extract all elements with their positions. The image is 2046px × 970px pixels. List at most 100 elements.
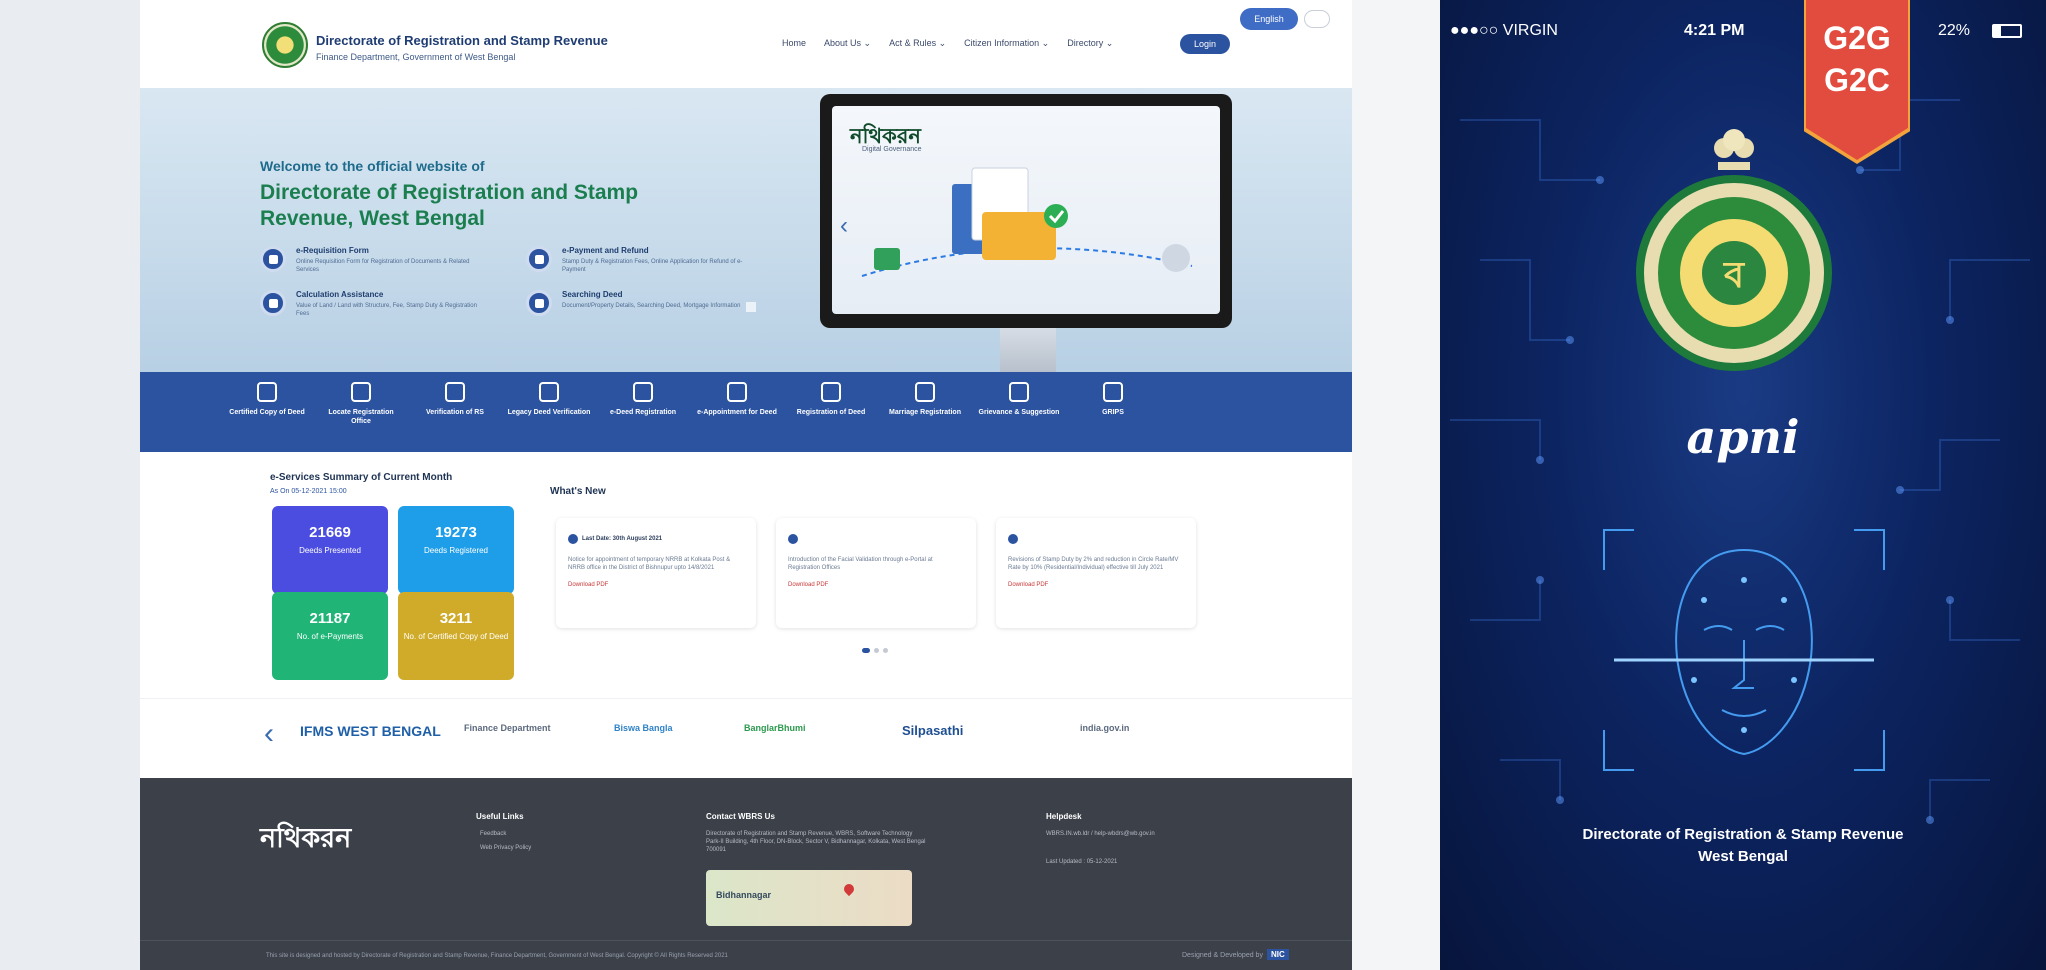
download-pdf-link[interactable]: Download PDF: [1008, 582, 1184, 588]
site-footer: নথিকরন Useful Links Feedback Web Privacy…: [140, 778, 1352, 970]
news-card[interactable]: Introduction of the Facial Validation th…: [776, 518, 976, 628]
download-pdf-link[interactable]: Download PDF: [568, 582, 744, 588]
service-label: Legacy Deed Verification: [507, 409, 591, 416]
slide-indicator[interactable]: [746, 302, 756, 312]
partner-silpasathi[interactable]: Silpasathi: [902, 723, 963, 738]
middle-margin-band: [1352, 0, 1440, 970]
map-pin-icon: [841, 881, 857, 897]
tile-label: Deeds Presented: [299, 546, 361, 555]
service-locate-office[interactable]: Locate Registration Office: [318, 382, 404, 426]
flag-icon: [445, 382, 465, 402]
globe-icon: [1103, 382, 1123, 402]
hero-welcome: Welcome to the official website of: [260, 158, 485, 174]
tile-value: 21669: [309, 524, 351, 541]
partner-ifms[interactable]: IFMS WEST BENGAL: [300, 723, 441, 739]
footer-brand: নথিকরন: [260, 823, 352, 853]
service-certified-copy[interactable]: Certified Copy of Deed: [224, 382, 310, 417]
partner-banglarbhumi[interactable]: BanglarBhumi: [744, 723, 806, 733]
useful-links-title: Useful Links: [476, 812, 524, 821]
service-e-appointment[interactable]: e-Appointment for Deed: [694, 382, 780, 417]
service-e-deed[interactable]: e-Deed Registration: [600, 382, 686, 417]
footer-link-feedback[interactable]: Feedback: [480, 830, 506, 838]
state-emblem-logo[interactable]: [262, 22, 308, 68]
service-legacy-deed[interactable]: Legacy Deed Verification: [506, 382, 592, 417]
news-card-title: Last Date: 30th August 2021: [582, 535, 663, 542]
payment-icon: [526, 246, 552, 272]
main-nav: Home About Us ⌄ Act & Rules ⌄ Citizen In…: [782, 38, 1113, 49]
footer-link-privacy[interactable]: Web Privacy Policy: [480, 844, 540, 852]
download-pdf-link[interactable]: Download PDF: [788, 582, 964, 588]
location-map[interactable]: Bidhannagar: [706, 870, 912, 926]
service-label: e-Appointment for Deed: [697, 409, 777, 416]
tile-label: Deeds Registered: [423, 546, 489, 555]
hero-item-title: e-Payment and Refund: [562, 246, 649, 255]
ribbon-label-g2c: G2C: [1824, 62, 1890, 98]
hero-item-searching-deed[interactable]: Searching Deed Document/Property Details,…: [526, 290, 756, 316]
language-button[interactable]: English: [1240, 8, 1298, 30]
hero-item-title: e-Requisition Form: [296, 246, 369, 255]
helpdesk-contact[interactable]: WBRS.IN.wb.ldr / help-wbdrs@wb.gov.in: [1046, 830, 1176, 838]
certificate-icon: [257, 382, 277, 402]
nav-directory[interactable]: Directory ⌄: [1067, 38, 1113, 49]
contact-address: Directorate of Registration and Stamp Re…: [706, 831, 926, 853]
hero-item-e-payment[interactable]: e-Payment and Refund Stamp Duty & Registr…: [526, 246, 756, 274]
hero-banner: Welcome to the official website of Direc…: [140, 88, 1352, 372]
partner-india-gov[interactable]: india.gov.in: [1080, 723, 1129, 733]
service-grievance[interactable]: Grievance & Suggestion: [976, 382, 1062, 417]
tile-e-payments: 21187 No. of e-Payments: [272, 592, 388, 680]
service-verification-rs[interactable]: Verification of RS: [412, 382, 498, 417]
feedback-icon: [1009, 382, 1029, 402]
status-time: 4:21 PM: [1684, 22, 1745, 39]
theme-toggle[interactable]: [1304, 10, 1330, 28]
contact-title: Contact WBRS Us: [706, 812, 775, 821]
status-bar: ●●●○○ VIRGIN 4:21 PM 22%: [1440, 0, 2046, 66]
service-registration-deed[interactable]: Registration of Deed: [788, 382, 874, 417]
nav-about-us[interactable]: About Us ⌄: [824, 38, 871, 49]
chevron-left-icon[interactable]: ‹: [840, 212, 848, 240]
news-card-body: Revisions of Stamp Duty by 2% and reduct…: [1008, 557, 1179, 571]
nav-citizen-information[interactable]: Citizen Information ⌄: [964, 38, 1049, 49]
app-caption-line2: West Bengal: [1698, 848, 1788, 865]
rings-icon: [915, 382, 935, 402]
documents-illustration: [861, 167, 1193, 277]
summary-date: As On 05-12-2021 15:00: [270, 488, 347, 495]
monitor-icon: [633, 382, 653, 402]
service-marriage[interactable]: Marriage Registration: [882, 382, 968, 417]
website-screenshot: Directorate of Registration and Stamp Re…: [140, 0, 1352, 970]
news-card[interactable]: Last Date: 30th August 2021 Notice for a…: [556, 518, 756, 628]
services-bar: Certified Copy of Deed Locate Registrati…: [140, 372, 1352, 452]
info-icon: [1008, 533, 1018, 544]
hero-item-desc: Document/Property Details, Searching Dee…: [562, 303, 741, 309]
seal-bengali-letter: ব: [1723, 254, 1745, 295]
login-button[interactable]: Login: [1180, 34, 1230, 54]
site-header: Directorate of Registration and Stamp Re…: [140, 0, 1352, 88]
service-label: Grievance & Suggestion: [978, 409, 1060, 416]
monitor-stand: [1000, 328, 1056, 372]
helpdesk-title: Helpdesk: [1046, 812, 1082, 821]
left-margin-band: [0, 0, 140, 970]
app-caption-line1: Directorate of Registration & Stamp Reve…: [1582, 826, 1904, 843]
hero-item-calculation[interactable]: Calculation Assistance Value of Land / La…: [260, 290, 490, 318]
hero-item-desc: Stamp Duty & Registration Fees, Online A…: [562, 259, 743, 273]
ashoka-emblem-icon: [1714, 129, 1754, 170]
document-check-icon: [539, 382, 559, 402]
last-updated: Last Updated : 05-12-2021: [1046, 859, 1118, 865]
carousel-dots[interactable]: [862, 648, 888, 653]
carrier-signal: ●●●○○ VIRGIN: [1450, 22, 1558, 39]
copyright-text: This site is designed and hosted by Dire…: [266, 953, 728, 959]
partner-biswa-bangla[interactable]: Biswa Bangla: [614, 723, 673, 733]
org-title: Directorate of Registration and Stamp Re…: [316, 33, 608, 48]
nav-home[interactable]: Home: [782, 38, 806, 49]
hero-item-desc: Value of Land / Land with Structure, Fee…: [296, 303, 477, 317]
mobile-app-screenshot: ●●●○○ VIRGIN 4:21 PM 22% G2G G2C ব apni: [1440, 0, 2046, 970]
chevron-left-icon[interactable]: ‹: [264, 717, 274, 751]
hero-item-e-requisition[interactable]: e-Requisition Form Online Requisition For…: [260, 246, 490, 274]
news-card[interactable]: Revisions of Stamp Duty by 2% and reduct…: [996, 518, 1196, 628]
tile-label: No. of e-Payments: [296, 632, 364, 641]
nav-act-rules[interactable]: Act & Rules ⌄: [889, 38, 946, 49]
service-label: Certified Copy of Deed: [229, 409, 305, 416]
calendar-icon: [727, 382, 747, 402]
summary-title: e-Services Summary of Current Month: [270, 472, 453, 483]
service-grips[interactable]: GRIPS: [1070, 382, 1156, 417]
partner-finance-dept[interactable]: Finance Department: [464, 723, 551, 733]
